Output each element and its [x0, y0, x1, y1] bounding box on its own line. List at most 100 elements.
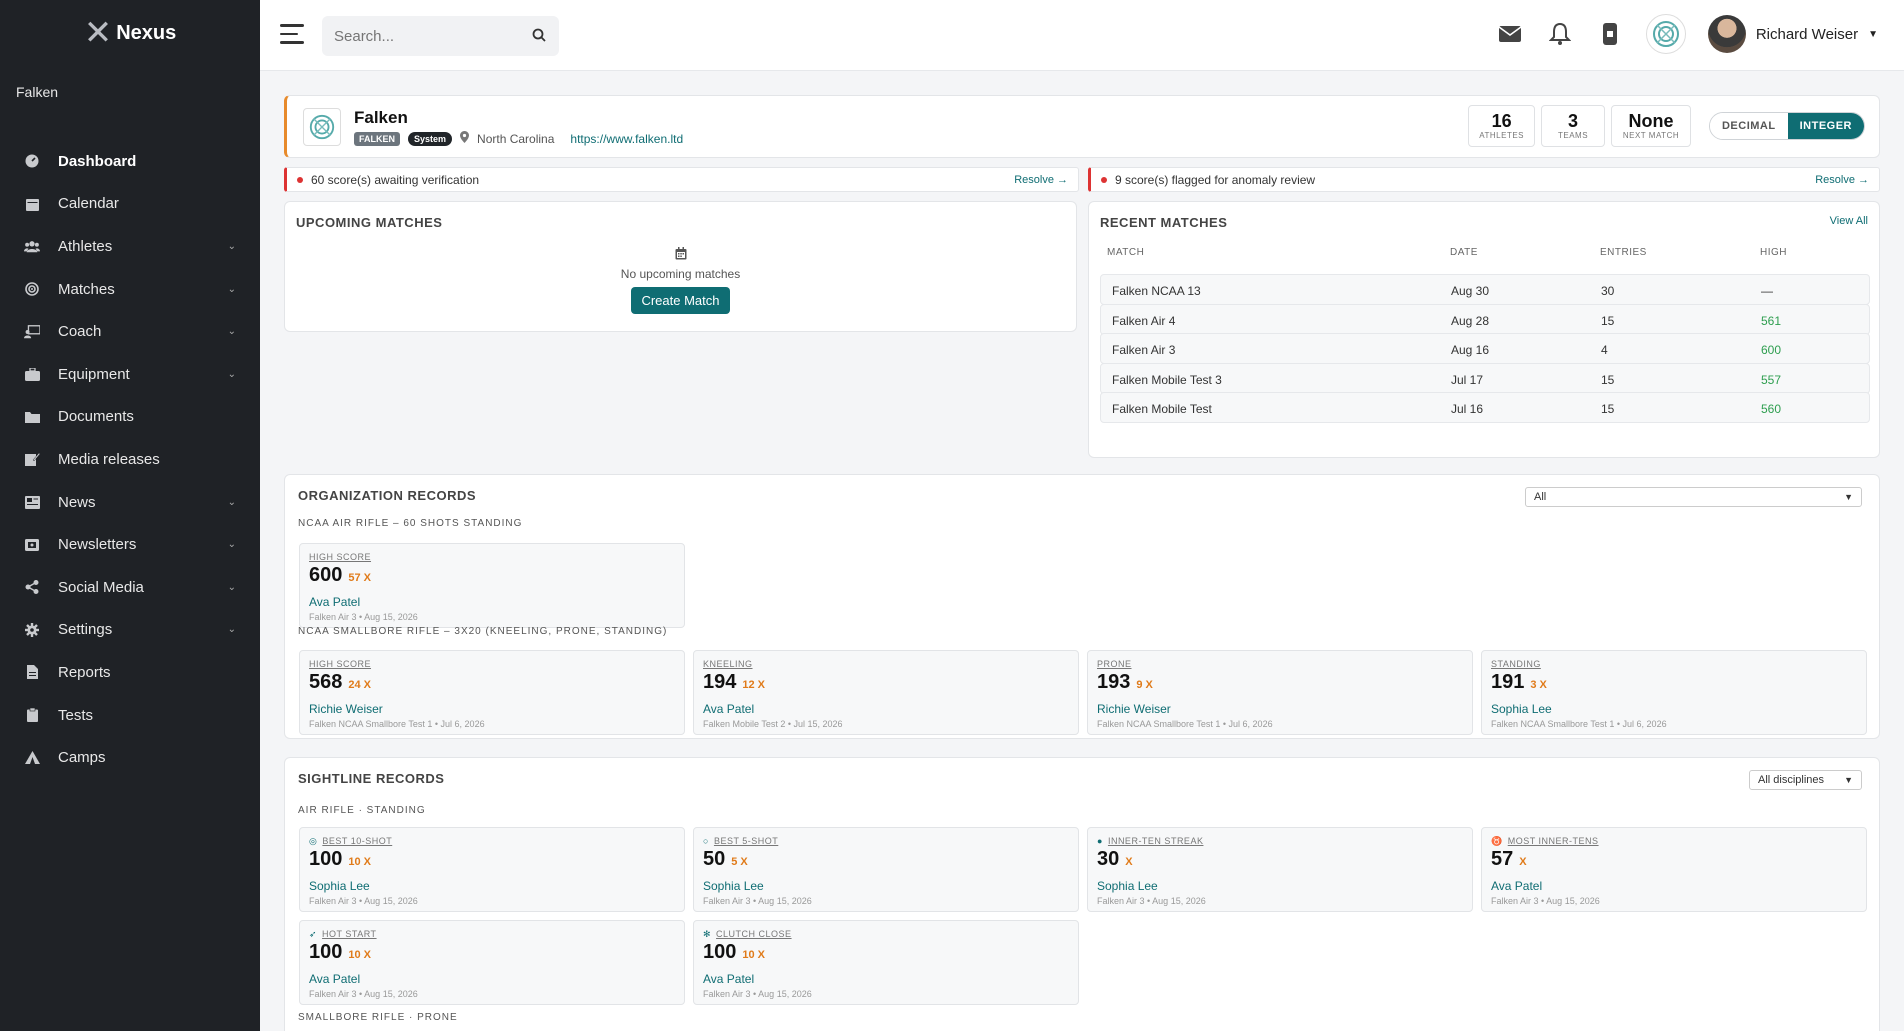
mail-icon[interactable]: [1496, 20, 1524, 48]
sidebar-item-label: News: [58, 493, 96, 511]
record-label: STANDING: [1491, 659, 1541, 669]
newspaper-icon: [24, 494, 40, 510]
sidebar-item-camps[interactable]: Camps: [0, 736, 260, 779]
bell-icon[interactable]: [1546, 20, 1574, 48]
record-value: 100 10 X: [309, 941, 372, 963]
resolve-link[interactable]: Resolve →: [1815, 174, 1869, 186]
stat-athletes: 16 ATHLETES: [1468, 105, 1535, 147]
record-card[interactable]: KNEELING 194 12 X Ava Patel Falken Mobile…: [693, 650, 1079, 735]
chevron-down-icon: ⌄: [227, 496, 236, 508]
resolve-link[interactable]: Resolve →: [1014, 174, 1068, 186]
sidebar-item-tests[interactable]: Tests: [0, 694, 260, 737]
match-date: Aug 28: [1451, 313, 1490, 328]
sidebar-item-settings[interactable]: Settings ⌄: [0, 609, 260, 652]
record-card[interactable]: ○ BEST 5-SHOT 50 5 X Sophia Lee Falken Air…: [693, 827, 1079, 912]
sidebar-item-equipment[interactable]: Equipment ⌄: [0, 353, 260, 396]
avatar: [1707, 15, 1746, 53]
alert-text: 60 score(s) awaiting verification: [311, 172, 480, 187]
athlete-name[interactable]: Ava Patel: [1491, 879, 1542, 893]
records-filter-select[interactable]: All ▼: [1525, 487, 1862, 507]
athlete-name[interactable]: Sophia Lee: [1491, 702, 1552, 716]
discipline-filter-select[interactable]: All disciplines ▼: [1749, 770, 1862, 790]
sidebar-item-matches[interactable]: Matches ⌄: [0, 268, 260, 311]
athlete-name[interactable]: Ava Patel: [703, 702, 754, 716]
athlete-name[interactable]: Richie Weiser: [1097, 702, 1171, 716]
group-label: AIR RIFLE · STANDING: [298, 805, 426, 816]
match-name: Falken NCAA 13: [1112, 284, 1201, 298]
sidebar-item-media-releases[interactable]: Media releases: [0, 438, 260, 481]
athlete-name[interactable]: Sophia Lee: [1097, 879, 1158, 893]
chevron-down-icon: ▼: [1844, 492, 1853, 502]
match-entries: 30: [1601, 284, 1615, 298]
sidebar-nav: Dashboard Calendar Athletes ⌄ Matches ⌄ Coach ⌄…: [0, 140, 260, 779]
tent-icon: [24, 750, 40, 766]
x-count: 12 X: [742, 679, 766, 691]
x-count: 10 X: [348, 856, 372, 868]
record-card[interactable]: ➶ HOT START 100 10 X Ava Patel Falken Air …: [299, 920, 685, 1005]
athlete-name[interactable]: Ava Patel: [703, 972, 754, 986]
chevron-down-icon: ⌄: [227, 368, 236, 380]
table-row[interactable]: Falken NCAA 13 Aug 30 30 —: [1100, 274, 1870, 305]
sidebar-item-reports[interactable]: Reports: [0, 651, 260, 694]
user-menu[interactable]: Richard Weiser ▼: [1707, 15, 1878, 53]
athlete-name[interactable]: Sophia Lee: [703, 879, 764, 893]
sidebar-item-label: Settings: [58, 621, 113, 639]
chevron-down-icon: ▼: [1868, 28, 1878, 40]
table-row[interactable]: Falken Air 3 Aug 16 4 600: [1100, 333, 1870, 365]
match-entries: 4: [1601, 343, 1608, 358]
record-card[interactable]: STANDING 191 3 X Sophia Lee Falken NCAA S…: [1481, 650, 1867, 735]
sidebar-item-dashboard[interactable]: Dashboard: [0, 140, 260, 183]
create-match-button[interactable]: Create Match: [631, 287, 730, 314]
search-icon[interactable]: [532, 28, 546, 45]
record-card[interactable]: ♉ MOST INNER-TENS 57 X Ava Patel Falken Ai…: [1481, 827, 1867, 912]
record-meta: Falken Mobile Test 2 • Jul 15, 2026: [703, 719, 843, 729]
menu-toggle-icon[interactable]: [280, 24, 304, 44]
table-row[interactable]: Falken Mobile Test Jul 16 15 560: [1100, 392, 1870, 424]
recent-matches-card: RECENT MATCHES View All MATCH DATE ENTRI…: [1088, 201, 1880, 458]
athlete-name[interactable]: Ava Patel: [309, 972, 360, 986]
decimal-toggle-button[interactable]: DECIMAL: [1709, 113, 1788, 139]
rocket-icon: ➶: [309, 929, 318, 939]
integer-toggle-button[interactable]: INTEGER: [1787, 113, 1864, 139]
x-count: 57 X: [348, 572, 372, 584]
view-all-link[interactable]: View All: [1830, 215, 1868, 227]
match-entries: 15: [1601, 402, 1615, 417]
sidebar-item-news[interactable]: News ⌄: [0, 481, 260, 524]
brand-logo[interactable]: ✕ Nexus: [0, 0, 260, 66]
sidebar-item-label: Athletes: [58, 237, 113, 255]
search-input[interactable]: [322, 16, 559, 56]
record-card[interactable]: ● INNER-TEN STREAK 30 X Sophia Lee Falken …: [1087, 827, 1473, 912]
sidebar-item-label: Camps: [58, 749, 106, 767]
x-count: X: [1125, 856, 1133, 868]
empty-state-text: No upcoming matches: [620, 267, 741, 281]
sidebar-item-newsletters[interactable]: Newsletters ⌄: [0, 523, 260, 566]
table-row[interactable]: Falken Mobile Test 3 Jul 17 15 557: [1100, 362, 1870, 394]
org-logo-icon[interactable]: [1645, 14, 1686, 54]
match-name: Falken Air 3: [1112, 343, 1176, 358]
sidebar-item-documents[interactable]: Documents: [0, 396, 260, 439]
sidebar-item-social-media[interactable]: Social Media ⌄: [0, 566, 260, 609]
org-website-link[interactable]: https://www.falken.ltd: [570, 132, 683, 146]
athlete-name[interactable]: Ava Patel: [309, 595, 360, 609]
record-card[interactable]: ◎ BEST 10-SHOT 100 10 X Sophia Lee Falken …: [299, 827, 685, 912]
x-count: 3 X: [1530, 679, 1547, 691]
col-match: MATCH: [1107, 247, 1145, 258]
record-card[interactable]: ✻ CLUTCH CLOSE 100 10 X Ava Patel Falken A…: [693, 920, 1079, 1005]
record-card[interactable]: PRONE 193 9 X Richie Weiser Falken NCAA S…: [1087, 650, 1473, 735]
record-card[interactable]: HIGH SCORE 568 24 X Richie Weiser Falken …: [299, 650, 685, 735]
sidebar-item-label: Coach: [58, 323, 102, 341]
athlete-name[interactable]: Sophia Lee: [309, 879, 370, 893]
table-row[interactable]: Falken Air 4 Aug 28 15 561: [1100, 303, 1870, 335]
sidebar-item-coach[interactable]: Coach ⌄: [0, 310, 260, 353]
sidebar-item-athletes[interactable]: Athletes ⌄: [0, 225, 260, 268]
record-card[interactable]: HIGH SCORE 600 57 X Ava Patel Falken Air …: [299, 543, 685, 628]
sidebar-item-calendar[interactable]: Calendar: [0, 183, 260, 226]
organization-records-card: ORGANIZATION RECORDS All ▼ NCAA AIR RIFLE…: [284, 474, 1880, 739]
mobile-device-icon[interactable]: [1596, 20, 1624, 48]
record-value: 100 10 X: [703, 941, 766, 963]
athlete-name[interactable]: Richie Weiser: [309, 702, 383, 716]
medal-icon: ♉: [1491, 836, 1503, 846]
record-meta: Falken NCAA Smallbore Test 1 • Jul 6, 20…: [309, 719, 485, 729]
alert-dot-icon: [297, 176, 303, 183]
match-name: Falken Air 4: [1112, 313, 1176, 328]
